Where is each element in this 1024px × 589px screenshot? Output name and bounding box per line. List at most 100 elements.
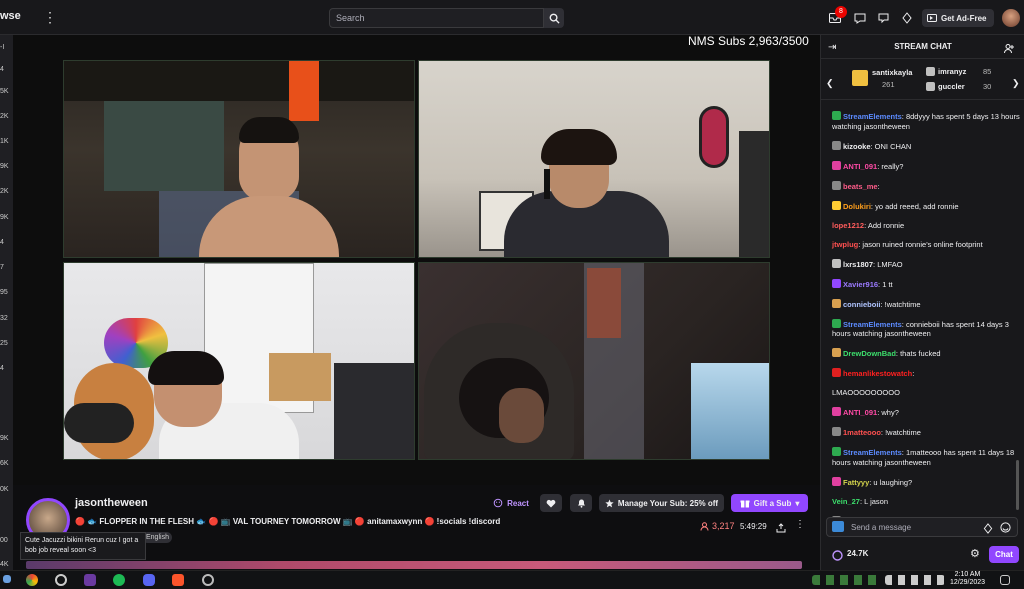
channel-points-balance: 24.7K xyxy=(847,549,869,558)
chat-message: StreamElements: 1matteooo has spent 11 d… xyxy=(832,447,1022,467)
search-icon xyxy=(549,13,560,24)
rail-value: 0K xyxy=(0,486,9,493)
channel-name[interactable]: jasontheween xyxy=(75,497,148,509)
chat-badge-icon[interactable] xyxy=(832,427,841,436)
chat-message-text: : 1 tt xyxy=(878,279,893,289)
chat-username[interactable]: StreamElements xyxy=(843,448,902,457)
system-status-icons[interactable] xyxy=(885,575,945,585)
chat-badge-icon[interactable] xyxy=(832,368,841,377)
system-tray-icons[interactable] xyxy=(812,575,882,585)
top-gifter-name[interactable]: santixkayla xyxy=(872,68,912,77)
bits-icon[interactable] xyxy=(983,521,993,539)
chat-username[interactable]: 1matteooo xyxy=(843,428,881,437)
rail-value: 4 xyxy=(0,239,4,246)
app-icon[interactable] xyxy=(202,574,214,586)
rail-value: 2K xyxy=(0,113,9,120)
spotify-icon[interactable] xyxy=(113,574,125,586)
chat-username[interactable]: StreamElements xyxy=(843,112,902,121)
brave-icon[interactable] xyxy=(172,574,184,586)
chat-username[interactable]: hemanlikestowatch xyxy=(843,369,912,378)
collapse-chat-icon[interactable]: ⇥ xyxy=(828,42,836,53)
notifications-bell-button[interactable] xyxy=(570,494,592,512)
search-input[interactable]: Search xyxy=(329,8,544,28)
user-avatar[interactable] xyxy=(1002,9,1020,27)
chat-send-button[interactable]: Chat xyxy=(989,546,1019,563)
rail-value: 95 xyxy=(0,289,8,296)
react-button[interactable]: React xyxy=(490,494,532,512)
chat-settings-gear-icon[interactable]: ⚙ xyxy=(970,547,980,560)
stream-title: 🔴 🐟 FLOPPER IN THE FLESH 🐟 🔴 📺 VAL TOURN… xyxy=(75,517,501,526)
obs-icon[interactable] xyxy=(55,574,67,586)
more-options-icon[interactable]: ⋮ xyxy=(795,519,805,530)
chat-message: connieboii: !watchtime xyxy=(832,298,1022,310)
chat-bubble-icon[interactable] xyxy=(875,10,891,26)
get-ad-free-button[interactable]: Get Ad-Free xyxy=(922,9,994,27)
chat-username[interactable]: jtwplug xyxy=(832,240,858,249)
taskbar-clock[interactable]: 2:10 AM 12/29/2023 xyxy=(950,571,985,587)
chat-username[interactable]: lope1212 xyxy=(832,221,864,230)
rail-value: 00 xyxy=(0,537,8,544)
emote-picker-icon[interactable] xyxy=(1000,520,1011,538)
bell-icon xyxy=(577,499,585,508)
chat-badge-icon[interactable] xyxy=(832,111,841,120)
react-label: React xyxy=(507,498,529,508)
bits-icon[interactable] xyxy=(899,10,915,26)
chat-username[interactable]: connieboii xyxy=(843,300,881,309)
ad-free-label: Get Ad-Free xyxy=(941,13,987,23)
chat-username[interactable]: StreamElements xyxy=(843,320,902,329)
chat-header: STREAM CHAT xyxy=(821,35,1024,59)
chat-message: LMAOOOOOOOOO xyxy=(832,388,1022,398)
community-icon[interactable] xyxy=(1004,41,1015,59)
chat-badge-icon[interactable] xyxy=(832,318,841,328)
chat-username[interactable]: ANTI_091 xyxy=(843,162,877,171)
chat-badge-icon[interactable] xyxy=(832,476,841,486)
chat-message: jtwplug: jason ruined ronnie's online fo… xyxy=(832,240,1022,250)
chat-identity-icon[interactable] xyxy=(832,521,844,532)
chat-badge-icon[interactable] xyxy=(832,447,841,456)
chevron-left-icon[interactable]: ❮ xyxy=(826,78,834,89)
chat-badge-icon[interactable] xyxy=(832,140,841,150)
chat-username[interactable]: Dolukiri xyxy=(843,202,871,211)
chat-badge-icon[interactable] xyxy=(832,298,841,308)
chat-badge-icon[interactable] xyxy=(832,200,841,210)
manage-sub-button[interactable]: Manage Your Sub: 25% off xyxy=(599,494,724,512)
chevron-right-icon[interactable]: ❯ xyxy=(1012,78,1020,89)
gift-sub-button[interactable]: Gift a Sub ▾ xyxy=(731,494,808,512)
panel-tooltip: Cute Jacuzzi bikini Rerun cuz I got a bo… xyxy=(20,532,146,560)
gifter-name[interactable]: guccler xyxy=(938,82,965,91)
chrome-icon[interactable] xyxy=(26,574,38,586)
follow-heart-button[interactable] xyxy=(540,494,562,512)
stream-uptime: 5:49:29 xyxy=(740,522,767,531)
gifter-name[interactable]: imranyz xyxy=(938,67,966,76)
chat-username[interactable]: beats_me xyxy=(843,182,878,191)
chat-username[interactable]: kizooke xyxy=(843,142,871,151)
whispers-icon[interactable] xyxy=(852,10,868,26)
browse-link[interactable]: wse xyxy=(0,10,21,22)
chat-message: StreamElements: 8ddyyy has spent 5 days … xyxy=(832,111,1022,131)
notification-center-icon[interactable] xyxy=(1000,575,1010,585)
chat-badge-icon[interactable] xyxy=(832,258,841,268)
chat-badge-icon[interactable] xyxy=(832,407,841,416)
search-button[interactable] xyxy=(544,8,564,28)
chat-message: DrewDownBad: thats fucked xyxy=(832,348,1022,359)
chat-username[interactable]: Fattyyy xyxy=(843,478,869,487)
chat-scrollbar[interactable] xyxy=(1016,460,1019,510)
webcam-feed-top-left xyxy=(63,60,415,258)
gift-sub-label: Gift a Sub xyxy=(753,498,792,508)
twitch-icon[interactable] xyxy=(84,574,96,586)
chat-badge-icon[interactable] xyxy=(832,180,841,190)
chat-badge-icon[interactable] xyxy=(832,278,841,288)
language-tag[interactable]: English xyxy=(142,532,172,543)
chat-badge-icon[interactable] xyxy=(832,160,841,170)
chat-username[interactable]: DrewDownBad xyxy=(843,349,896,358)
chat-badge-icon[interactable] xyxy=(832,348,841,357)
chat-username[interactable]: ANTI_091 xyxy=(843,408,877,417)
chat-username[interactable]: Vein_27 xyxy=(832,497,860,506)
discord-icon[interactable] xyxy=(143,574,155,586)
more-menu-icon[interactable]: ⋮ xyxy=(43,9,57,26)
share-icon[interactable] xyxy=(776,520,786,533)
start-icon[interactable] xyxy=(3,575,11,583)
channel-points-icon[interactable] xyxy=(832,548,843,566)
chat-username[interactable]: lxrs1807 xyxy=(843,260,873,269)
chat-username[interactable]: Xavier916 xyxy=(843,280,878,289)
